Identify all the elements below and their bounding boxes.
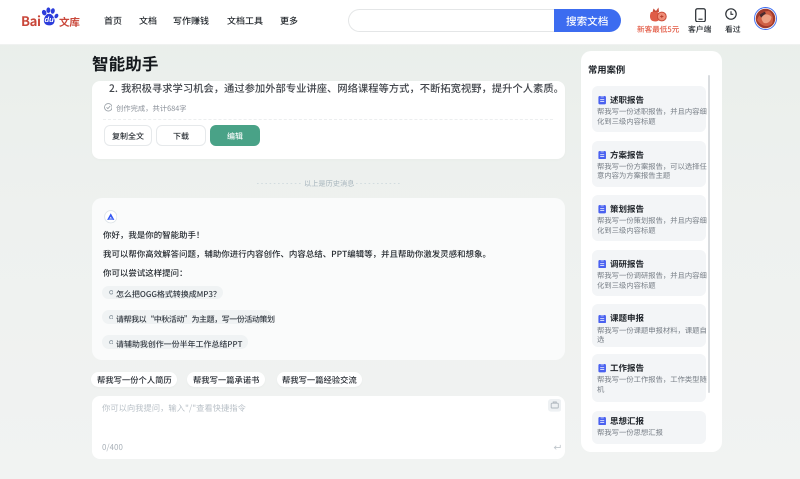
svg-text:du: du	[45, 15, 55, 24]
